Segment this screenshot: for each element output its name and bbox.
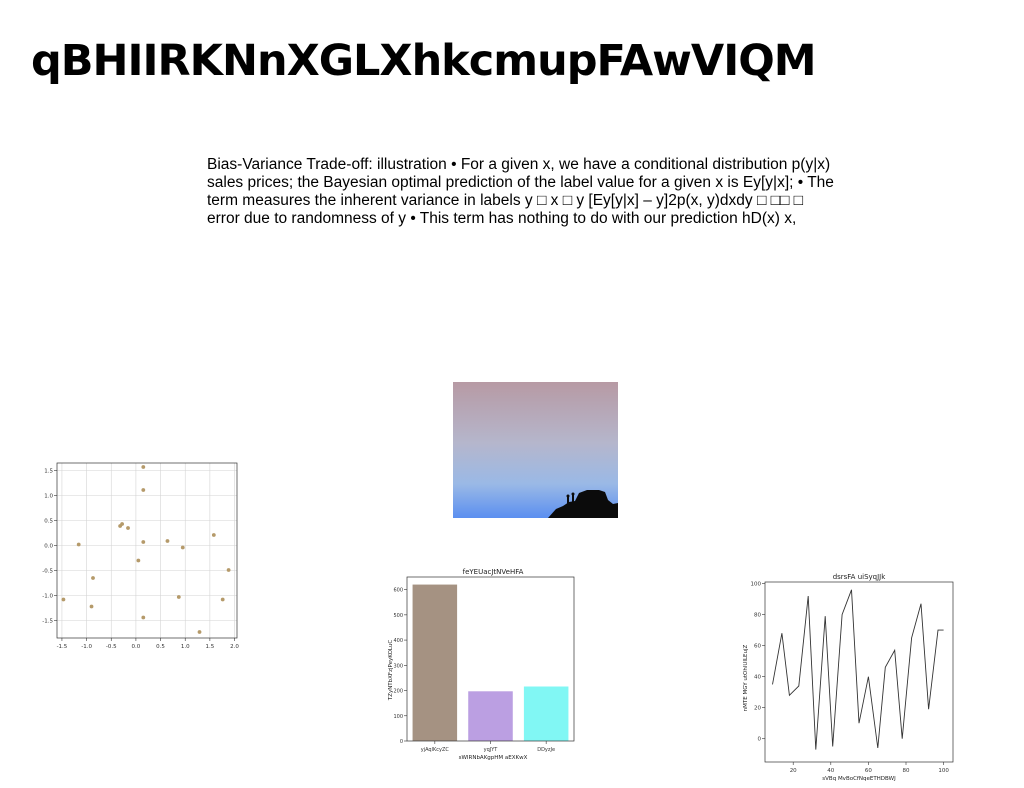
x-tick-label: -1.5 — [57, 644, 68, 650]
y-tick-label: 20 — [754, 706, 761, 712]
x-tick-label: 2.0 — [230, 644, 239, 650]
y-tick-label: 100 — [393, 714, 403, 720]
scatter-point — [141, 615, 146, 620]
scatter-point — [165, 539, 170, 543]
scatter-point — [76, 542, 81, 547]
y-tick-label: 1.5 — [44, 469, 53, 475]
y-tick-label: 0.5 — [44, 519, 53, 525]
y-tick-label: -1.0 — [42, 594, 53, 600]
scatter-chart: -1.5 -1.0 -0.5 0.0 0.5 1.0 1.5 2.0 1.5 1.0 0.5 0.0 -… — [42, 462, 239, 650]
y-tick-label: 600 — [393, 588, 403, 594]
scatter-point — [120, 522, 124, 526]
x-tick-label: -0.5 — [106, 644, 117, 650]
y-tick-label: 60 — [754, 644, 761, 650]
x-tick-label: 1.0 — [181, 644, 190, 650]
x-tick-label: yjAqlKcyZC — [421, 747, 450, 753]
series-line — [772, 589, 944, 750]
scatter-point — [91, 576, 95, 580]
y-tick-label: 500 — [393, 613, 403, 619]
scatter-point — [226, 568, 231, 572]
scatter-point — [141, 465, 146, 469]
scatter-point — [89, 604, 94, 609]
y-tick-label: -0.5 — [42, 569, 53, 575]
scatter-point — [136, 558, 141, 563]
x-tick-label: 1.5 — [206, 644, 215, 650]
y-tick-label: 200 — [393, 689, 403, 695]
bar — [523, 686, 569, 741]
y-tick-label: 40 — [754, 675, 761, 681]
sky-silhouette-photo — [453, 382, 618, 518]
x-tick-label: 40 — [827, 768, 834, 774]
x-tick-label: 20 — [790, 768, 797, 774]
bar-chart: feYEUacJtNVeHFA sWIRNbAKgpHM aEXKwX TZyN… — [388, 568, 575, 761]
x-tick-label: yqJYT — [484, 747, 499, 753]
line-chart-ylabel: nMTE MGY utOhlUILEujZ — [743, 644, 749, 711]
y-tick-label: 80 — [754, 613, 761, 619]
scatter-point — [180, 545, 185, 550]
x-tick-label: 0.5 — [156, 644, 165, 650]
line-chart: dsrsFA uiSyqJJk sVBq MvBoCfNqeETHDBWJ nM… — [743, 573, 954, 782]
paragraph-line: term measures the inherent variance in l… — [207, 192, 804, 209]
scatter-point — [220, 597, 225, 602]
y-tick-label: 0 — [758, 737, 762, 743]
scatter-point — [126, 526, 130, 530]
line-chart-title: dsrsFA uiSyqJJk — [833, 573, 887, 581]
bar-chart-xlabel: sWIRNbAKgpHM aEXKwX — [459, 755, 528, 761]
bar — [468, 691, 513, 741]
scatter-point — [61, 597, 66, 602]
scatter-point — [176, 595, 181, 599]
y-tick-label: 400 — [393, 638, 403, 644]
x-tick-label: 100 — [938, 768, 949, 774]
plot-frame — [764, 581, 954, 763]
scatter-point — [197, 630, 202, 634]
slide-title: qBHIIRKNnXGLXhkcmupFAwVIQM — [31, 36, 817, 86]
y-tick-label: 0.0 — [44, 544, 53, 550]
scatter-point — [141, 488, 146, 492]
x-tick-label: -1.0 — [81, 644, 92, 650]
bar — [412, 584, 458, 741]
y-tick-label: 100 — [751, 582, 762, 588]
y-tick-label: -1.5 — [42, 619, 53, 625]
paragraph-line: sales prices; the Bayesian optimal predi… — [207, 174, 834, 191]
x-tick-label: 60 — [865, 768, 872, 774]
x-tick-label: 0.0 — [132, 644, 141, 650]
y-tick-label: 300 — [393, 663, 403, 669]
y-tick-label: 1.0 — [44, 494, 53, 500]
y-tick-label: 0 — [400, 739, 403, 745]
paragraph-line: Bias-Variance Trade-off: illustration • … — [207, 156, 831, 173]
scatter-point — [211, 533, 216, 537]
bar-chart-title: feYEUacJtNVeHFA — [463, 568, 524, 576]
x-tick-label: DDyzJe — [537, 747, 555, 753]
x-tick-label: 80 — [903, 768, 910, 774]
slide-paragraph: Bias-Variance Trade-off: illustration • … — [207, 156, 867, 228]
scatter-point — [141, 540, 146, 544]
paragraph-line: error due to randomness of y • This term… — [207, 210, 797, 227]
line-chart-xlabel: sVBq MvBoCfNqeETHDBWJ — [822, 776, 896, 782]
